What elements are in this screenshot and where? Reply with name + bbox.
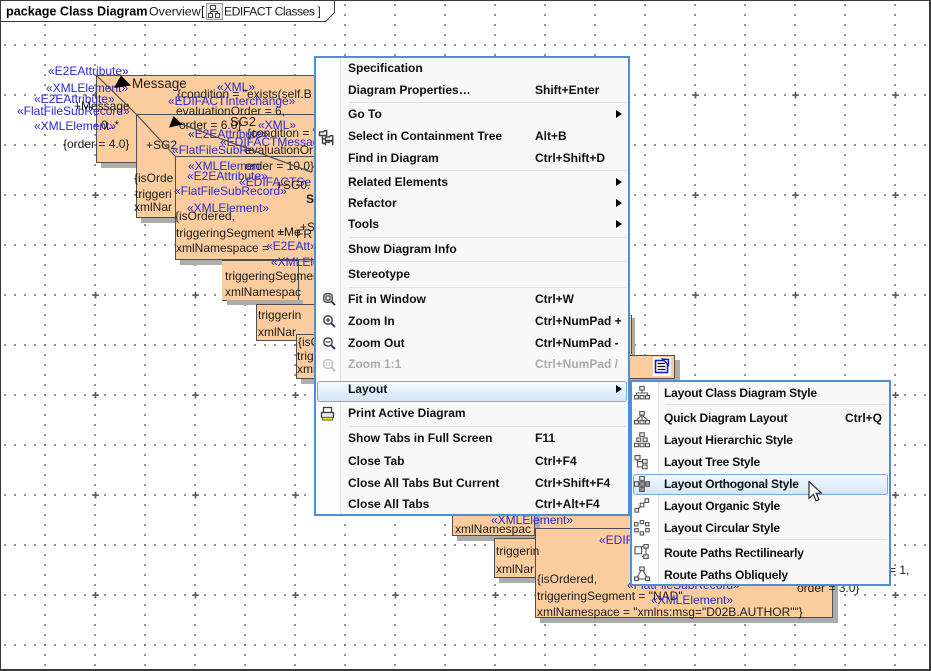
svg-text:EDIFACT Classes ]: EDIFACT Classes ] xyxy=(224,5,320,19)
svg-text:package Class Diagram: package Class Diagram xyxy=(6,5,147,19)
svg-text:[: [ xyxy=(201,4,205,19)
svg-text:Overview: Overview xyxy=(149,5,201,19)
